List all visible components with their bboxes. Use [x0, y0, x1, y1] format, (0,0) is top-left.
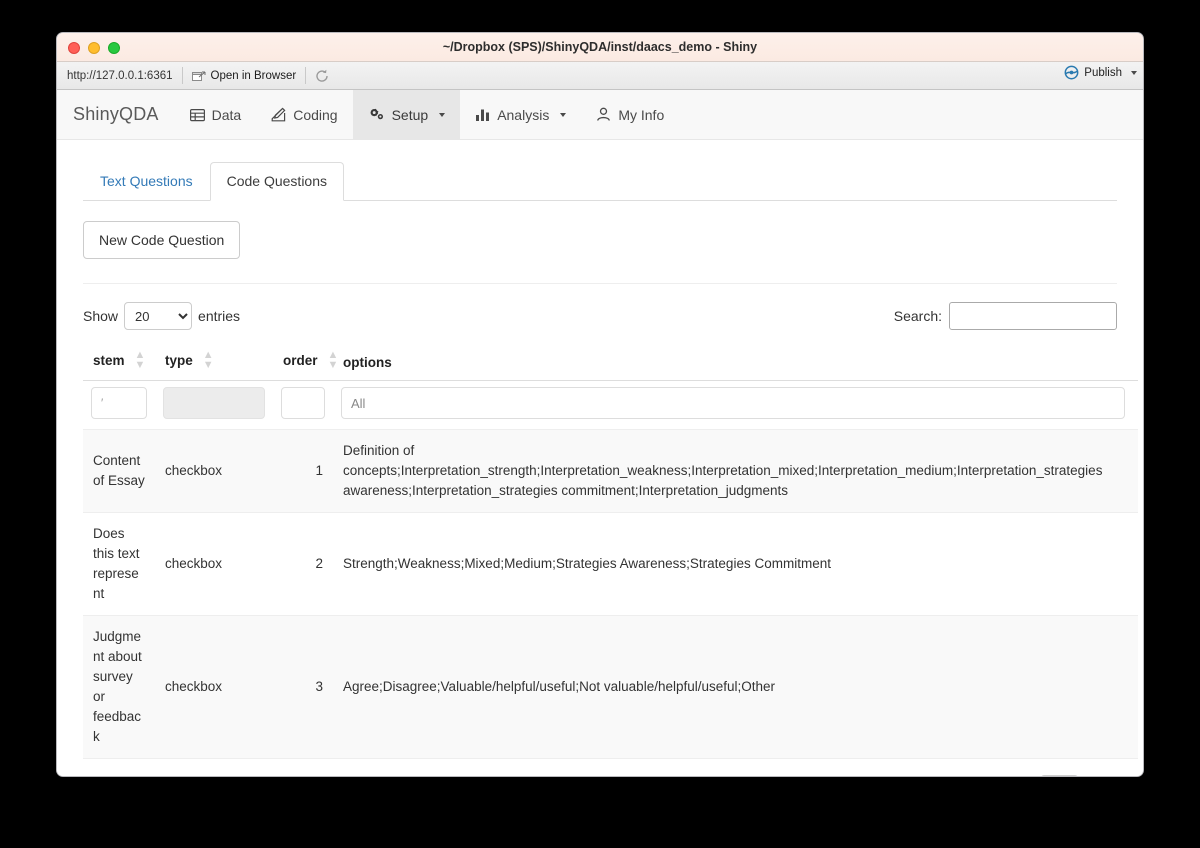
cell-truncated: 2 1: [1133, 429, 1138, 513]
nav-item-setup[interactable]: Setup: [352, 90, 461, 139]
cell-options: Definition of concepts;Interpretation_st…: [333, 429, 1133, 513]
datatable-scroll-area: stem ▲ ▼ type ▲ ▼ order ▲ ▼ options ′ Al…: [83, 342, 1138, 759]
sort-icon: ▲ ▼: [134, 349, 146, 371]
table-row[interactable]: Content of Essay checkbox 1 Definition o…: [83, 429, 1138, 513]
column-label-stem: stem: [93, 352, 125, 368]
cell-stem: Judgment about survey or feedback: [83, 615, 155, 759]
tab-text-questions[interactable]: Text Questions: [83, 162, 210, 201]
table-row[interactable]: Judgment about survey or feedback checkb…: [83, 615, 1138, 759]
maximize-window-button[interactable]: [108, 42, 120, 54]
chevron-down-icon: [1131, 70, 1137, 75]
nav-label-coding: Coding: [293, 106, 338, 123]
filter-input-type[interactable]: [163, 387, 265, 419]
header-row: stem ▲ ▼ type ▲ ▼ order ▲ ▼ options: [83, 342, 1138, 381]
refresh-icon[interactable]: [306, 69, 338, 83]
filter-cell-stem: ′: [83, 380, 155, 430]
column-label-type: type: [165, 352, 193, 368]
browser-window-icon: [191, 70, 206, 82]
app-navbar: ShinyQDA Data Coding Setup Analysis My I…: [57, 90, 1143, 140]
cell-truncated: 2 1: [1133, 615, 1138, 759]
column-header-type[interactable]: type ▲ ▼: [155, 342, 273, 381]
search-control: Search:: [894, 302, 1117, 330]
sort-icon: ▲ ▼: [202, 349, 214, 371]
pagination-previous[interactable]: Previous: [956, 776, 1033, 777]
window-titlebar: ~/Dropbox (SPS)/ShinyQDA/inst/daacs_demo…: [57, 33, 1143, 62]
entries-length-control: Show 20 entries: [83, 302, 240, 330]
column-header-options[interactable]: options: [333, 342, 1133, 381]
filter-cell-type: [155, 380, 273, 430]
minimize-window-button[interactable]: [88, 42, 100, 54]
cell-options: Strength;Weakness;Mixed;Medium;Strategie…: [333, 512, 1133, 616]
pencil-square-icon: [271, 107, 286, 122]
column-header-stem[interactable]: stem ▲ ▼: [83, 342, 155, 381]
app-url-label: http://127.0.0.1:6361: [67, 69, 173, 82]
nav-item-data[interactable]: Data: [175, 90, 257, 139]
pagination-next[interactable]: Next: [1086, 776, 1138, 777]
viewer-toolbar: http://127.0.0.1:6361 Open in Browser Pu…: [57, 62, 1143, 90]
cell-truncated: 2 1: [1133, 512, 1138, 616]
chevron-down-icon: [560, 112, 567, 117]
cell-type: checkbox: [155, 512, 273, 616]
datatable-footer: Showing 1 to 3 of 3 entries Previous 1 N…: [83, 775, 1138, 777]
column-filter-row: ′ All: [83, 380, 1138, 430]
pagination-page-1[interactable]: 1: [1040, 775, 1079, 776]
filter-cell-order: [273, 380, 333, 430]
show-label: Show: [83, 308, 119, 324]
cell-order: 2: [273, 512, 333, 616]
cell-stem: Does this text represent: [83, 512, 155, 616]
open-in-browser-label: Open in Browser: [210, 69, 297, 82]
table-icon: [189, 108, 205, 122]
search-label: Search:: [893, 308, 942, 324]
cell-options: Agree;Disagree;Valuable/helpful/useful;N…: [333, 615, 1133, 759]
cell-type: checkbox: [155, 429, 273, 513]
nav-label-data: Data: [211, 106, 242, 123]
nav-label-my-info: My Info: [618, 106, 665, 123]
cell-order: 1: [273, 429, 333, 513]
cell-order: 3: [273, 615, 333, 759]
filter-cell-options: All: [333, 380, 1133, 430]
gears-icon: [368, 107, 385, 122]
search-input[interactable]: [949, 302, 1117, 330]
column-label-options: options: [343, 355, 392, 370]
code-questions-table: stem ▲ ▼ type ▲ ▼ order ▲ ▼ options ′ Al…: [83, 342, 1138, 759]
pagination: Previous 1 Next: [956, 775, 1138, 777]
open-in-browser-button[interactable]: Open in Browser: [183, 66, 306, 86]
publish-icon: [1064, 65, 1079, 80]
tab-bar: Text Questions Code Questions: [83, 162, 1117, 201]
page-content: Text Questions Code Questions New Code Q…: [57, 140, 1143, 777]
filter-input-order[interactable]: [281, 387, 325, 419]
column-header-order[interactable]: order ▲ ▼: [273, 342, 338, 381]
publish-button[interactable]: Publish: [1064, 65, 1137, 80]
tab-code-questions[interactable]: Code Questions: [209, 162, 345, 201]
new-code-question-button[interactable]: New Code Question: [83, 221, 241, 259]
chevron-down-icon: [439, 112, 446, 117]
cell-type: checkbox: [155, 615, 273, 759]
person-icon: [596, 107, 611, 122]
filter-input-stem[interactable]: ′: [91, 387, 147, 419]
table-row[interactable]: Does this text represent checkbox 2 Stre…: [83, 512, 1138, 616]
datatable-controls: Show 20 entries Search:: [83, 302, 1117, 330]
window-title: ~/Dropbox (SPS)/ShinyQDA/inst/daacs_demo…: [442, 40, 758, 54]
nav-label-setup: Setup: [391, 106, 429, 123]
nav-item-coding[interactable]: Coding: [256, 90, 352, 139]
table-body: Content of Essay checkbox 1 Definition o…: [83, 429, 1138, 759]
filter-input-options[interactable]: All: [341, 387, 1125, 419]
publish-label: Publish: [1084, 66, 1122, 79]
bar-chart-icon: [475, 108, 490, 122]
close-window-button[interactable]: [68, 42, 80, 54]
shiny-app-window: ~/Dropbox (SPS)/ShinyQDA/inst/daacs_demo…: [56, 32, 1144, 777]
app-brand[interactable]: ShinyQDA: [71, 90, 175, 139]
section-divider: [83, 283, 1117, 284]
nav-item-my-info[interactable]: My Info: [581, 90, 679, 139]
entries-select[interactable]: 20: [124, 302, 193, 330]
cell-stem: Content of Essay: [83, 429, 155, 513]
column-label-order: order: [283, 352, 318, 368]
entries-label: entries: [198, 308, 241, 324]
column-header-truncated[interactable]: ▲▼: [1133, 342, 1138, 381]
table-head: stem ▲ ▼ type ▲ ▼ order ▲ ▼ options ′ Al…: [83, 342, 1138, 430]
nav-item-analysis[interactable]: Analysis: [460, 90, 581, 139]
nav-label-analysis: Analysis: [497, 106, 550, 123]
filter-cell-truncated: [1133, 380, 1138, 430]
